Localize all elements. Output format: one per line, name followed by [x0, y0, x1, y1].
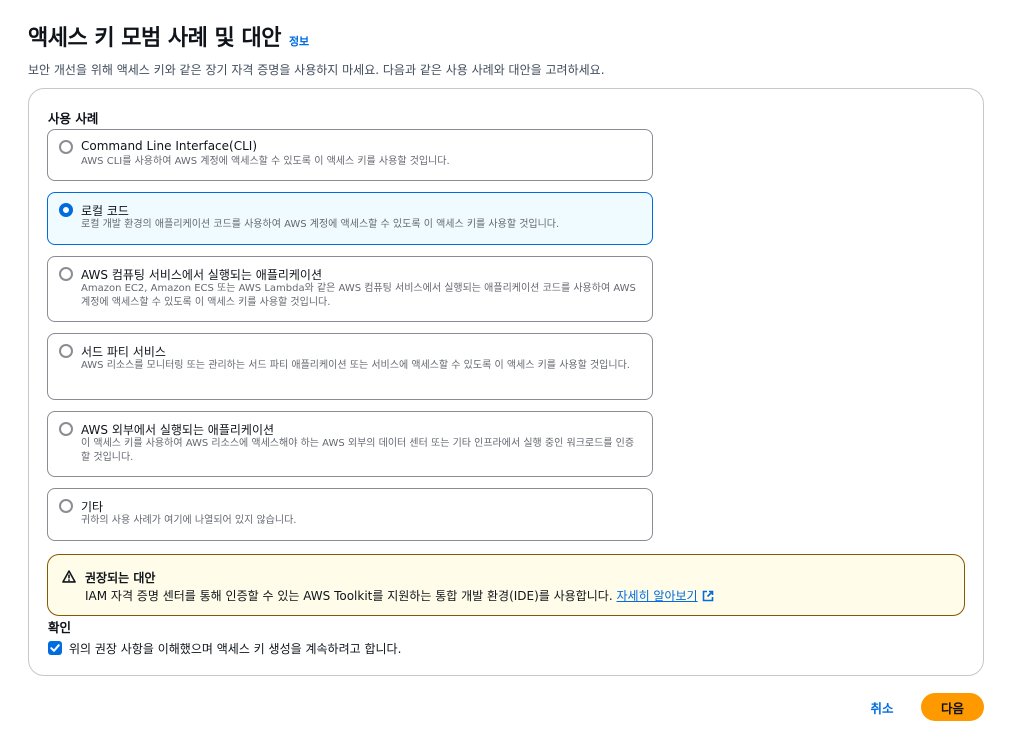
option-title: AWS 외부에서 실행되는 애플리케이션 — [81, 423, 275, 437]
option-description: 이 액세스 키를 사용하여 AWS 리소스에 액세스해야 하는 AWS 외부의 … — [81, 438, 635, 463]
use-case-option-other[interactable]: 기타 귀하의 사용 사례가 여기에 나열되어 있지 않습니다. — [47, 488, 653, 541]
alert-body: IAM 자격 증명 센터를 통해 인증할 수 있는 AWS Toolkit를 지… — [85, 587, 714, 604]
alert-body-text: IAM 자격 증명 센터를 통해 인증할 수 있는 AWS Toolkit를 지… — [85, 589, 613, 603]
info-link[interactable]: 정보 — [289, 33, 309, 49]
use-case-panel: 사용 사례 Command Line Interface(CLI) AWS CL… — [28, 88, 984, 676]
use-case-option-cli[interactable]: Command Line Interface(CLI) AWS CLI를 사용하… — [47, 129, 653, 181]
radio-button-selected[interactable] — [59, 203, 73, 217]
external-link-icon — [702, 590, 713, 602]
page-header: 액세스 키 모범 사례 및 대안 정보 보안 개선을 위해 액세스 키와 같은 … — [28, 20, 988, 78]
option-description: 로컬 개발 환경의 애플리케이션 코드를 사용하여 AWS 계정에 액세스할 수… — [81, 219, 560, 230]
radio-button[interactable] — [59, 344, 73, 358]
use-case-section-label: 사용 사례 — [48, 111, 99, 126]
use-case-option-outside-aws[interactable]: AWS 외부에서 실행되는 애플리케이션 이 액세스 키를 사용하여 AWS 리… — [47, 411, 653, 477]
use-case-option-aws-compute[interactable]: AWS 컴퓨팅 서비스에서 실행되는 애플리케이션 Amazon EC2, Am… — [47, 256, 653, 322]
option-title: 서드 파티 서비스 — [81, 345, 166, 359]
option-title: Command Line Interface(CLI) — [81, 139, 258, 153]
recommended-alternative-alert: 권장되는 대안 IAM 자격 증명 센터를 통해 인증할 수 있는 AWS To… — [47, 554, 965, 616]
radio-button[interactable] — [59, 422, 73, 436]
option-title: 로컬 코드 — [81, 204, 129, 218]
warning-icon — [62, 570, 76, 583]
alert-title: 권장되는 대안 — [85, 571, 156, 585]
learn-more-link[interactable]: 자세히 알아보기 — [617, 589, 714, 603]
page-description: 보안 개선을 위해 액세스 키와 같은 장기 자격 증명을 사용하지 마세요. … — [28, 63, 605, 77]
confirmation-checkbox-label[interactable]: 위의 권장 사항을 이해했으며 액세스 키 생성을 계속하려고 합니다. — [69, 640, 401, 657]
radio-button[interactable] — [59, 499, 73, 513]
cancel-button[interactable]: 취소 — [860, 694, 904, 720]
title-row: 액세스 키 모범 사례 및 대안 정보 — [28, 20, 988, 52]
checkmark-icon — [50, 644, 60, 652]
radio-button[interactable] — [59, 140, 73, 154]
confirmation-checkbox[interactable] — [48, 641, 62, 655]
confirmation-label: 확인 — [48, 620, 72, 635]
option-description: 귀하의 사용 사례가 여기에 나열되어 있지 않습니다. — [81, 515, 297, 526]
learn-more-label: 자세히 알아보기 — [616, 589, 698, 603]
page-title: 액세스 키 모범 사례 및 대안 — [28, 26, 281, 51]
use-case-option-third-party[interactable]: 서드 파티 서비스 AWS 리소스를 모니터링 또는 관리하는 서드 파티 애플… — [47, 333, 653, 400]
option-description: Amazon EC2, Amazon ECS 또는 AWS Lambda와 같은… — [81, 283, 636, 308]
option-description: AWS 리소스를 모니터링 또는 관리하는 서드 파티 애플리케이션 또는 서비… — [81, 360, 630, 371]
next-button[interactable]: 다음 — [921, 693, 984, 721]
use-case-option-local-code[interactable]: 로컬 코드 로컬 개발 환경의 애플리케이션 코드를 사용하여 AWS 계정에 … — [47, 192, 653, 245]
radio-button[interactable] — [59, 267, 73, 281]
option-title: AWS 컴퓨팅 서비스에서 실행되는 애플리케이션 — [81, 268, 323, 282]
option-title: 기타 — [81, 500, 104, 514]
option-description: AWS CLI를 사용하여 AWS 계정에 액세스할 수 있도록 이 액세스 키… — [81, 156, 450, 167]
